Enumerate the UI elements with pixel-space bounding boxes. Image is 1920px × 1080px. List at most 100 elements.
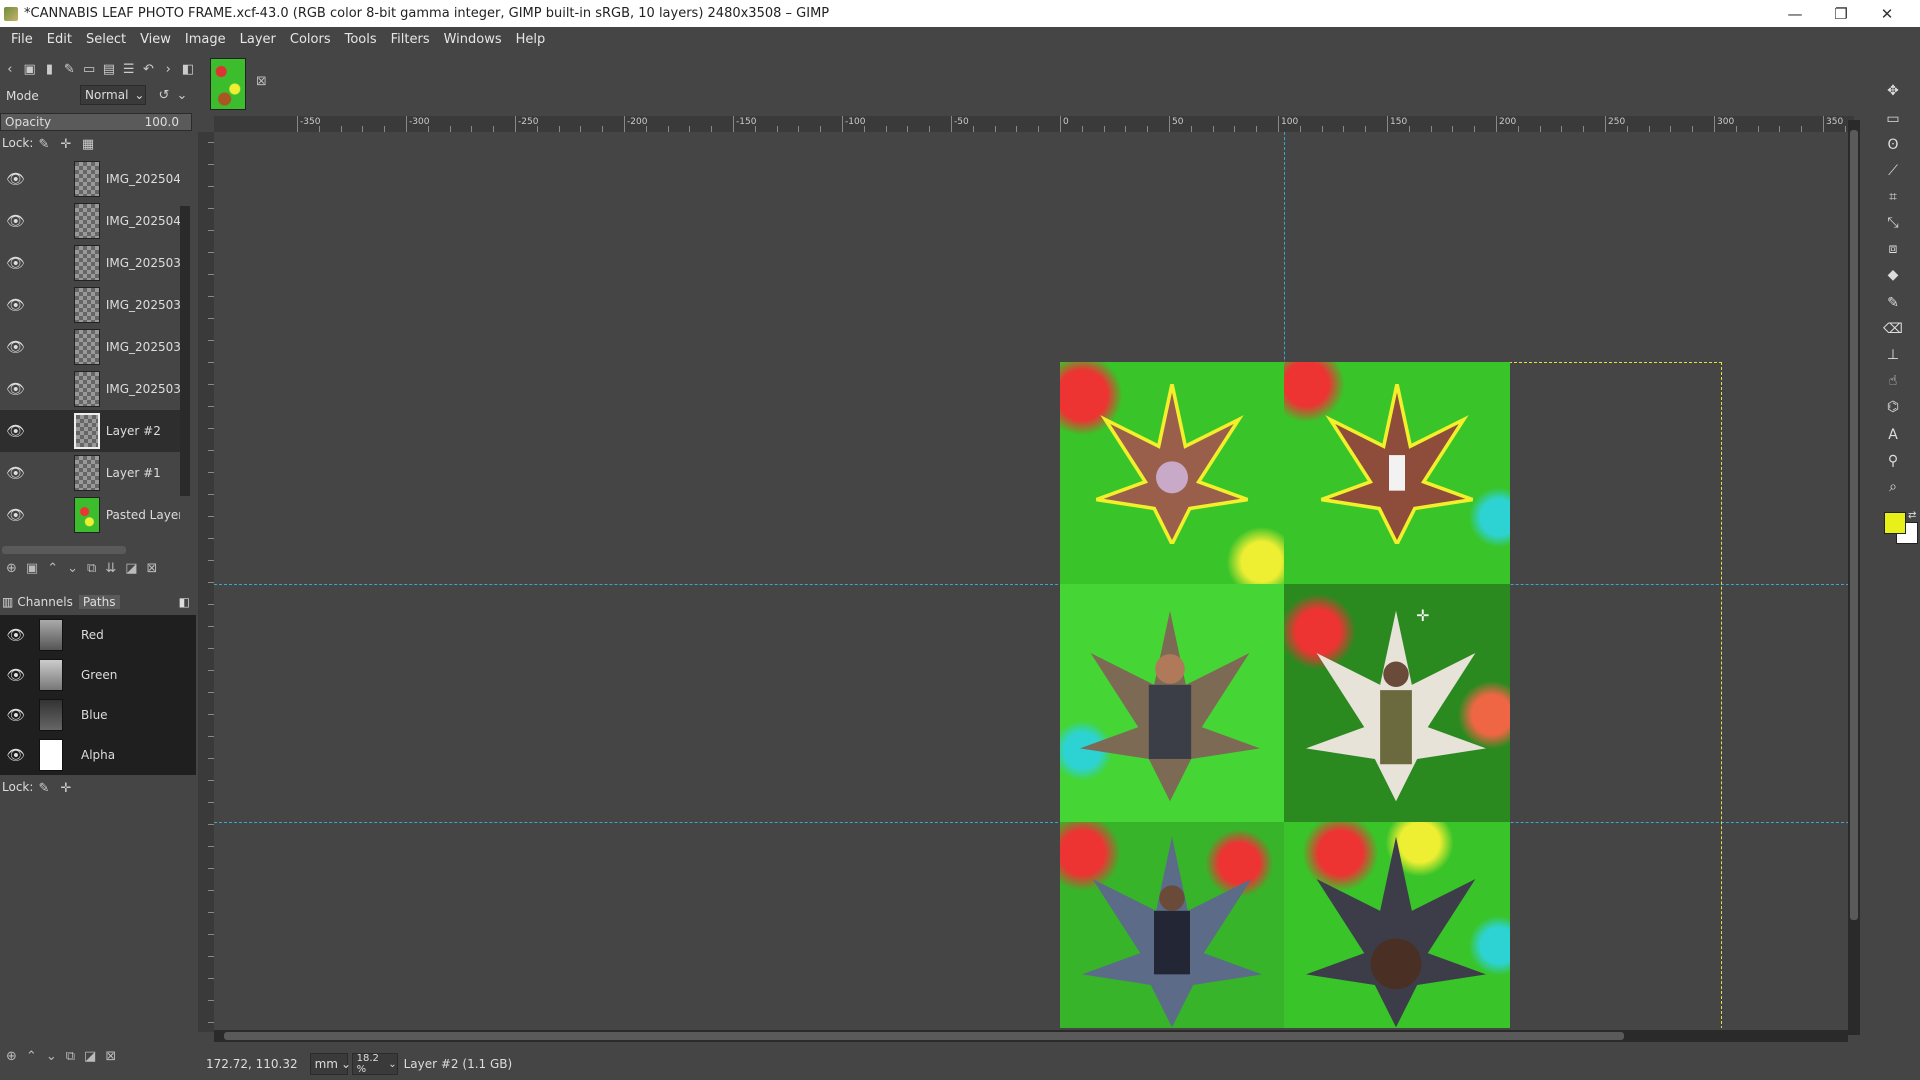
new-channel-icon[interactable]: ⊕ — [6, 1049, 17, 1064]
channel-row[interactable]: 👁 Blue — [0, 695, 196, 735]
tab-channels[interactable]: Channels — [17, 595, 73, 609]
eye-icon[interactable]: 👁 — [5, 706, 27, 724]
layer-row[interactable]: 👁 IMG_202504 — [0, 200, 180, 242]
undo-history-icon[interactable]: ↶ — [141, 61, 157, 77]
swap-colors-icon[interactable]: ⇄ — [1908, 510, 1916, 521]
lock-pixels-icon[interactable]: ✎ — [36, 780, 52, 796]
lower-channel-icon[interactable]: ⌄ — [46, 1049, 57, 1064]
warp-tool-icon[interactable]: ⧈ — [1882, 238, 1904, 260]
menu-help[interactable]: Help — [509, 32, 553, 47]
layers-stack-icon[interactable]: ☰ — [121, 61, 137, 77]
eraser-tool-icon[interactable]: ⌫ — [1882, 318, 1904, 340]
menu-filters[interactable]: Filters — [384, 32, 437, 47]
eye-icon[interactable]: 👁 — [5, 464, 26, 482]
eye-icon[interactable]: 👁 — [5, 212, 26, 230]
delete-channel-icon[interactable]: ⊠ — [105, 1049, 116, 1064]
opacity-slider[interactable]: Opacity 100.0 — [0, 113, 192, 131]
mask-layer-icon[interactable]: ◪ — [125, 561, 137, 576]
layer-row-selected[interactable]: 👁 Layer #2 — [0, 410, 180, 452]
text-tool-icon[interactable]: A — [1882, 424, 1904, 446]
eye-icon[interactable]: 👁 — [5, 296, 26, 314]
menu-colors[interactable]: Colors — [283, 32, 338, 47]
eye-icon[interactable]: 👁 — [5, 338, 26, 356]
lower-layer-icon[interactable]: ⌄ — [67, 561, 78, 576]
brush-icon[interactable]: ▮ — [42, 61, 58, 77]
lock-alpha-icon[interactable]: ▦ — [80, 136, 96, 152]
transform-tool-icon[interactable]: ⤡ — [1882, 212, 1904, 234]
menu-view[interactable]: View — [133, 32, 178, 47]
horizontal-ruler[interactable]: -350 -300 -250 -200 -150 -100 -50 0 50 100 150 200 2… — [214, 116, 1854, 132]
fuzzy-select-tool-icon[interactable]: ⟋ — [1882, 160, 1904, 182]
new-layer-group-icon[interactable]: ▣ — [26, 561, 38, 576]
image-tab-thumbnail[interactable] — [210, 58, 246, 110]
tool-options-icon[interactable]: ▣ — [22, 61, 38, 77]
menu-windows[interactable]: Windows — [437, 32, 509, 47]
lock-position-icon[interactable]: ✛ — [58, 136, 74, 152]
paintbrush-tool-icon[interactable]: ✎ — [1882, 292, 1904, 314]
zoom-tool-icon[interactable]: ⌕ — [1882, 476, 1904, 498]
layer-row[interactable]: 👁 IMG_202504 — [0, 158, 180, 200]
eye-icon[interactable]: 👁 — [5, 170, 26, 188]
menu-edit[interactable]: Edit — [40, 32, 79, 47]
eye-icon[interactable]: 👁 — [5, 254, 26, 272]
crop-tool-icon[interactable]: ⌗ — [1882, 186, 1904, 208]
mode-dropdown[interactable]: Normal ⌄ — [80, 85, 146, 105]
foreground-color-swatch[interactable] — [1884, 512, 1906, 534]
eye-icon[interactable]: 👁 — [5, 506, 26, 524]
vertical-ruler[interactable] — [198, 132, 214, 1032]
vertical-scrollbar-thumb[interactable] — [1850, 130, 1858, 920]
paths-tool-icon[interactable]: ⌬ — [1882, 396, 1904, 418]
color-picker-tool-icon[interactable]: ⚲ — [1882, 450, 1904, 472]
chevron-right-icon[interactable]: › — [160, 61, 176, 77]
lock-pixels-icon[interactable]: ✎ — [36, 136, 52, 152]
close-button[interactable]: ✕ — [1864, 0, 1910, 27]
reset-mode-icon[interactable]: ↺ — [156, 87, 172, 103]
paintbrush-icon[interactable]: ✎ — [61, 61, 77, 77]
layer-row[interactable]: 👁 IMG_202503 — [0, 284, 180, 326]
menu-layer[interactable]: Layer — [233, 32, 283, 47]
duplicate-channel-icon[interactable]: ⧉ — [66, 1049, 75, 1064]
chevron-down-icon[interactable]: ⌄ — [174, 87, 190, 103]
menu-file[interactable]: File — [4, 32, 40, 47]
zoom-dropdown[interactable]: 18.2 % ⌄ — [351, 1053, 398, 1075]
maximize-button[interactable]: ❐ — [1818, 0, 1864, 27]
tab-paths[interactable]: Paths — [78, 595, 120, 609]
dock-menu-icon[interactable]: ◧ — [180, 61, 196, 77]
rect-select-tool-icon[interactable]: ▭ — [1882, 108, 1904, 130]
layers-scrollbar[interactable] — [180, 206, 190, 496]
horizontal-scrollbar[interactable] — [214, 1030, 1848, 1042]
lock-position-icon[interactable]: ✛ — [58, 780, 74, 796]
new-layer-icon[interactable]: ⊕ — [6, 561, 17, 576]
delete-layer-icon[interactable]: ⊠ — [147, 561, 158, 576]
vertical-scrollbar[interactable] — [1848, 120, 1860, 1035]
menu-select[interactable]: Select — [79, 32, 133, 47]
minimize-button[interactable]: — — [1772, 0, 1818, 27]
close-tab-icon[interactable]: ⊠ — [256, 74, 267, 89]
merge-layer-icon[interactable]: ⇊ — [105, 561, 116, 576]
channel-to-selection-icon[interactable]: ◪ — [84, 1049, 96, 1064]
smudge-tool-icon[interactable]: ☝ — [1882, 370, 1904, 392]
image-canvas[interactable]: ✛ — [214, 132, 1854, 1028]
menu-tools[interactable]: Tools — [338, 32, 384, 47]
pattern-icon[interactable]: ▭ — [81, 61, 97, 77]
bucket-fill-tool-icon[interactable]: ◆ — [1882, 264, 1904, 286]
raise-layer-icon[interactable]: ⌃ — [47, 561, 58, 576]
move-tool-icon[interactable]: ✥ — [1882, 80, 1904, 102]
gradient-icon[interactable]: ▤ — [101, 61, 117, 77]
layer-row[interactable]: 👁 Layer #1 — [0, 452, 180, 494]
layer-row[interactable]: 👁 IMG_202503 — [0, 368, 180, 410]
eye-icon[interactable]: 👁 — [5, 626, 27, 644]
channel-row[interactable]: 👁 Green — [0, 655, 196, 695]
raise-channel-icon[interactable]: ⌃ — [26, 1049, 37, 1064]
horizontal-scrollbar-thumb[interactable] — [224, 1032, 1624, 1040]
eye-icon[interactable]: 👁 — [5, 380, 26, 398]
layer-row[interactable]: 👁 IMG_202503 — [0, 326, 180, 368]
clone-tool-icon[interactable]: ⊥ — [1882, 344, 1904, 366]
lasso-tool-icon[interactable]: ʘ — [1882, 134, 1904, 156]
channel-row[interactable]: 👁 Red — [0, 615, 196, 655]
unit-dropdown[interactable]: mm ⌄ — [309, 1053, 351, 1075]
menu-image[interactable]: Image — [178, 32, 233, 47]
chevron-left-icon[interactable]: ‹ — [2, 61, 18, 77]
eye-icon[interactable]: 👁 — [5, 422, 26, 440]
duplicate-layer-icon[interactable]: ⧉ — [87, 561, 96, 576]
